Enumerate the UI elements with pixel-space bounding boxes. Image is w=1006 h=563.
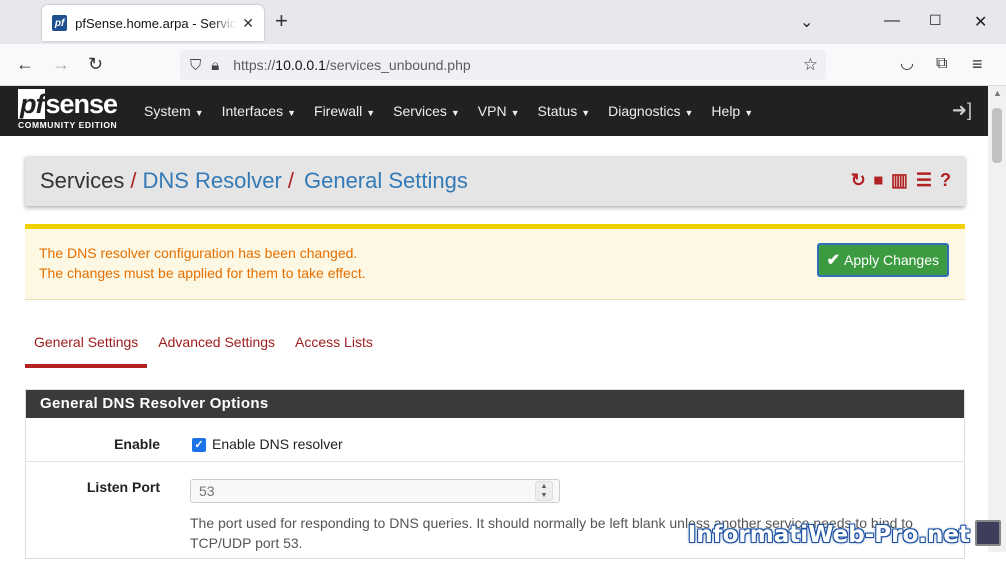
- enable-row: Enable ✓ Enable DNS resolver: [26, 419, 964, 462]
- logout-icon[interactable]: ➜]: [952, 100, 972, 121]
- menu-interfaces[interactable]: Interfaces ▼: [222, 103, 296, 119]
- menu-label: VPN: [477, 103, 507, 119]
- logo-sense: sense: [45, 89, 118, 119]
- browser-tabbar: pf pfSense.home.arpa - Services: DNS Res…: [0, 0, 1006, 44]
- watermark-text: InformatiWeb-Pro.net: [687, 522, 970, 548]
- menu-vpn[interactable]: VPN ▼: [478, 103, 520, 119]
- caret-down-icon: ▼: [366, 108, 376, 118]
- tab-close-icon[interactable]: ✕: [242, 15, 254, 32]
- browser-tab-title: pfSense.home.arpa - Services: DNS Resolv…: [75, 15, 237, 31]
- apply-changes-label: Apply Changes: [844, 252, 939, 268]
- alert-line-2: The changes must be applied for them to …: [39, 265, 366, 281]
- menu-help[interactable]: Help ▼: [711, 103, 753, 119]
- browser-navbar: ← → ↻ ⛉ 🔒︎ https://10.0.0.1/services_unb…: [0, 44, 1006, 86]
- menu-label: Help: [711, 103, 741, 119]
- apply-changes-alert: The DNS resolver configuration has been …: [25, 224, 965, 300]
- extensions-icon[interactable]: ⧉: [936, 54, 947, 74]
- url-host: 10.0.0.1: [275, 57, 326, 73]
- menu-firewall[interactable]: Firewall ▼: [314, 103, 375, 119]
- listen-port-label: Listen Port: [86, 479, 160, 495]
- main-menu: System ▼ Interfaces ▼ Firewall ▼ Services ▼ …: [144, 86, 771, 136]
- menu-label: Services: [393, 103, 447, 119]
- menu-label: Interfaces: [221, 103, 284, 119]
- port-spinner[interactable]: ▲ ▼: [535, 481, 553, 501]
- logs-list-icon[interactable]: ☰: [916, 170, 932, 191]
- lock-icon[interactable]: 🔒︎: [211, 57, 219, 74]
- apply-changes-button[interactable]: ✔ Apply Changes: [816, 243, 949, 277]
- tab-access-lists[interactable]: Access Lists: [286, 326, 382, 368]
- check-icon: ✔: [826, 252, 841, 269]
- enable-label: Enable: [114, 436, 160, 452]
- restart-service-icon[interactable]: ↻: [851, 170, 866, 191]
- breadcrumb-dns-resolver[interactable]: DNS Resolver: [142, 168, 281, 194]
- new-tab-icon[interactable]: +: [275, 10, 288, 32]
- status-chart-icon[interactable]: ▥: [891, 170, 908, 191]
- alert-line-1: The DNS resolver configuration has been …: [39, 245, 358, 261]
- logo-pf: pf: [18, 89, 46, 119]
- logo-edition: COMMUNITY EDITION: [18, 120, 118, 130]
- breadcrumb-services: Services: [40, 168, 125, 193]
- menu-diagnostics[interactable]: Diagnostics ▼: [608, 103, 693, 119]
- minimize-icon[interactable]: —: [884, 12, 900, 30]
- pfsense-logo[interactable]: pfsense COMMUNITY EDITION: [18, 89, 118, 130]
- menu-label: Status: [537, 103, 578, 119]
- panel-title: General DNS Resolver Options: [26, 390, 964, 418]
- page-content: Services / DNS Resolver / General Settin…: [0, 136, 988, 559]
- url-bar[interactable]: ⛉ 🔒︎ https://10.0.0.1/services_unbound.p…: [180, 50, 826, 80]
- menu-services[interactable]: Services ▼: [393, 103, 460, 119]
- alert-message: The DNS resolver configuration has been …: [39, 243, 366, 283]
- window-close-icon[interactable]: ✕: [974, 12, 987, 32]
- help-icon[interactable]: ?: [940, 170, 951, 191]
- tab-general-settings[interactable]: General Settings: [25, 326, 148, 368]
- url-path: /services_unbound.php: [325, 57, 471, 73]
- scroll-up-arrow-icon[interactable]: ▲: [993, 88, 1002, 98]
- bookmark-star-icon[interactable]: ☆: [803, 55, 818, 75]
- caret-down-icon: ▼: [450, 108, 460, 118]
- scrollbar-thumb[interactable]: [992, 108, 1002, 163]
- url-text[interactable]: https://10.0.0.1/services_unbound.php: [233, 57, 470, 73]
- pfsense-favicon-icon: pf: [52, 15, 68, 31]
- watermark-computer-icon: [975, 520, 1001, 546]
- browser-tab[interactable]: pf pfSense.home.arpa - Services: DNS Res…: [42, 5, 264, 41]
- pocket-icon[interactable]: ◡: [900, 54, 914, 74]
- forward-arrow-icon[interactable]: →: [52, 54, 70, 74]
- breadcrumb: Services / DNS Resolver / General Settin…: [25, 156, 965, 206]
- reload-icon[interactable]: ↻: [88, 54, 103, 74]
- caret-down-icon: ▼: [684, 108, 694, 118]
- pfsense-header: pfsense COMMUNITY EDITION System ▼ Interf…: [0, 86, 988, 136]
- listen-port-input[interactable]: [190, 479, 560, 503]
- listen-port-row: Listen Port ▲▼ The port used for respond…: [26, 463, 964, 563]
- menu-label: System: [144, 103, 191, 119]
- menu-label: Firewall: [314, 103, 363, 119]
- caret-down-icon: ▼: [510, 108, 520, 118]
- breadcrumb-separator: /: [130, 168, 137, 193]
- tab-list-chevron-icon[interactable]: ⌄: [800, 12, 813, 32]
- menu-label: Diagnostics: [608, 103, 681, 119]
- enable-dns-resolver-label[interactable]: Enable DNS resolver: [212, 436, 343, 452]
- caret-down-icon: ▼: [194, 108, 204, 118]
- url-prefix: https://: [233, 57, 276, 73]
- caret-down-icon: ▼: [287, 108, 297, 118]
- caret-down-icon: ▼: [581, 108, 591, 118]
- logo-brand: pfsense: [18, 89, 118, 119]
- maximize-icon[interactable]: ☐: [929, 12, 942, 29]
- app-menu-icon[interactable]: ≡: [972, 54, 983, 74]
- page-scrollbar[interactable]: ▲: [988, 86, 1006, 552]
- tab-advanced-settings[interactable]: Advanced Settings: [149, 326, 284, 368]
- breadcrumb-separator: /: [287, 168, 294, 193]
- settings-tabs: General Settings Advanced Settings Acces…: [25, 326, 384, 368]
- caret-down-icon: ▼: [744, 108, 754, 118]
- menu-status[interactable]: Status ▼: [538, 103, 591, 119]
- stop-service-icon[interactable]: ⏹: [874, 170, 883, 191]
- enable-dns-resolver-checkbox[interactable]: ✓: [192, 438, 206, 452]
- menu-system[interactable]: System ▼: [144, 103, 204, 119]
- breadcrumb-actions: ↻ ⏹ ▥ ☰ ?: [851, 170, 951, 191]
- breadcrumb-general-settings[interactable]: General Settings: [304, 168, 468, 194]
- back-arrow-icon[interactable]: ←: [16, 54, 34, 74]
- tracking-shield-icon[interactable]: ⛉: [190, 57, 201, 74]
